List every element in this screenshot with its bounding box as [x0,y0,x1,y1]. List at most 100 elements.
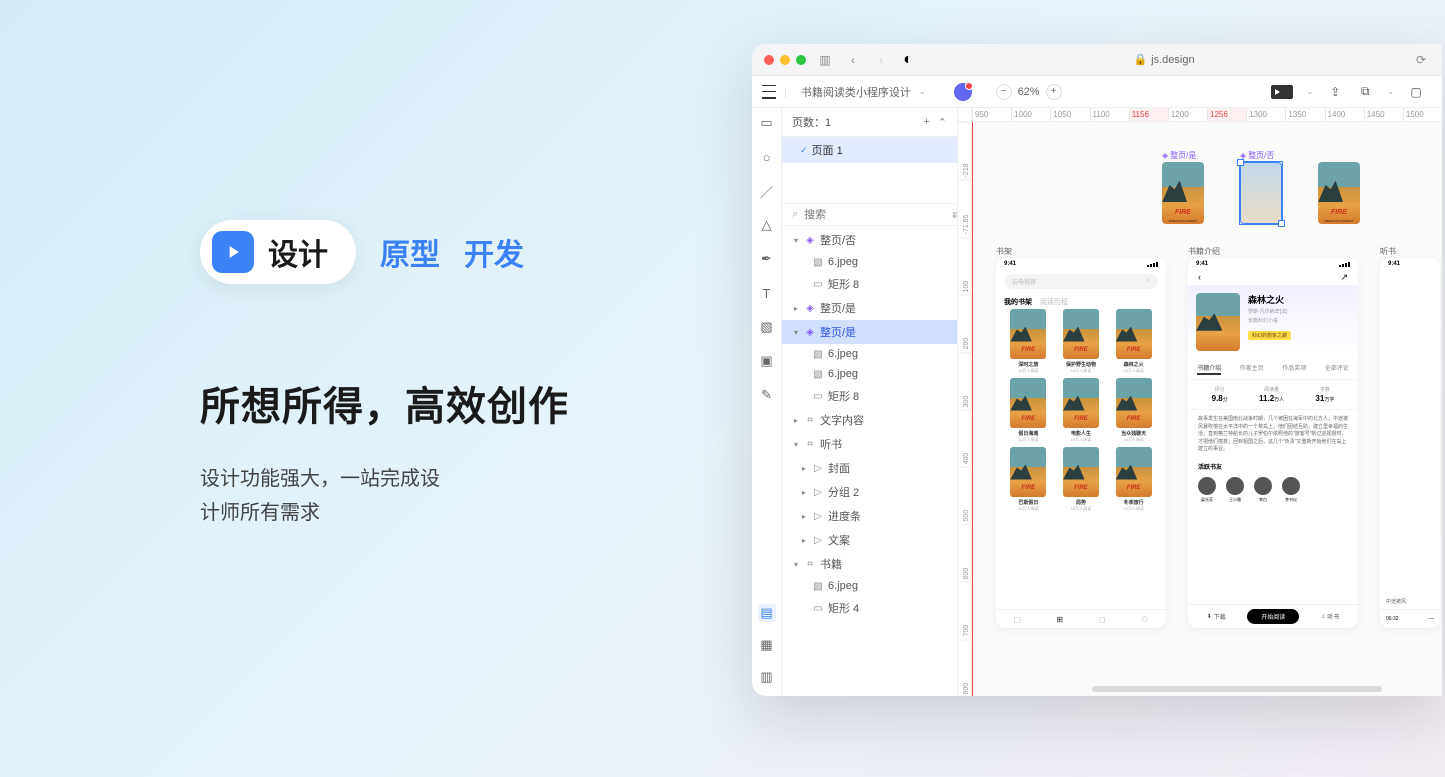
close-window-button[interactable] [764,55,774,65]
layer-row[interactable]: ◈整页/否 [782,228,957,252]
minimize-window-button[interactable] [780,55,790,65]
start-reading-button[interactable]: 开始阅读 [1247,609,1299,624]
polygon-tool[interactable]: △ [758,216,776,234]
layers-tab-icon[interactable]: ▤ [758,604,776,622]
zoom-in-button[interactable]: + [1046,84,1062,100]
book-item[interactable]: FIRE局势10万人阅读 [1057,447,1106,512]
maximize-window-button[interactable] [796,55,806,65]
phone-frame-bookshelf[interactable]: 9:41 云电视容⌕ 我的书架 阅读历程 FIRE深时之旅10万人阅读FIRE保… [996,258,1166,628]
page-item-1[interactable]: ✓ 页面 1 [782,137,957,163]
layer-caret-icon[interactable] [792,236,800,245]
book-item[interactable]: FIRE森林之火10万人阅读 [1109,309,1158,374]
layer-row[interactable]: ▷封面 [782,456,957,480]
duplicate-icon[interactable]: ⧉ [1357,84,1373,100]
layer-row[interactable]: ⌗文字内容 [782,408,957,432]
collapse-pages-button[interactable]: ⌃ [938,116,947,129]
layer-caret-icon[interactable] [800,536,808,545]
phone-tab-myshelf[interactable]: 我的书架 [1004,297,1032,307]
layer-row[interactable]: ▧6.jpeg [782,252,957,272]
tab-develop[interactable]: 开发 [464,230,524,274]
frame-label-listen[interactable]: 听书 [1380,246,1396,257]
guide-line[interactable] [972,122,973,696]
nav-profile-icon[interactable]: ⚇ [1140,614,1150,624]
book-item[interactable]: FIRE巴斯假日10万人阅读 [1004,447,1053,512]
phone2-tab[interactable]: 作家主页 [1240,363,1264,375]
layer-caret-icon[interactable] [792,328,800,337]
book-item[interactable]: FIRE保护野生动物10万人阅读 [1057,309,1106,374]
thumbnail-fire-1[interactable]: FIREWRECKS A FOREST [1162,162,1204,224]
files-tab-icon[interactable]: ▥ [758,668,776,686]
nav-home-icon[interactable]: ▢ [1012,614,1022,624]
panel-icon[interactable]: ▢ [1408,84,1424,100]
phone-search-bar[interactable]: 云电视容⌕ [1004,274,1158,289]
layer-caret-icon[interactable] [800,488,808,497]
zoom-out-button[interactable]: − [996,84,1012,100]
privacy-shield-icon[interactable]: ◐ [900,52,916,68]
phone-tab-recent[interactable]: 阅读历程 [1040,297,1068,307]
layer-row[interactable]: ▭矩形 4 [782,596,957,620]
frame-label-bookshelf[interactable]: 书架 [996,246,1012,257]
canvas[interactable]: 9501000105011001156120012561300135014001… [958,108,1442,696]
book-item[interactable]: FIRE电影人生10万人阅读 [1057,378,1106,443]
layer-caret-icon[interactable] [800,464,808,473]
layer-row[interactable]: ▷文案 [782,528,957,552]
book-item[interactable]: FIRE深时之旅10万人阅读 [1004,309,1053,374]
nav-back-icon[interactable]: ‹ [844,51,862,69]
layer-caret-icon[interactable] [800,512,808,521]
layer-row[interactable]: ▭矩形 8 [782,272,957,296]
layer-row[interactable]: ◈整页/是 [782,320,957,344]
download-button[interactable]: ⬇ 下载 [1207,612,1226,621]
layer-search-input[interactable] [804,209,946,221]
pen-tool[interactable]: ✒ [758,250,776,268]
layer-row[interactable]: ⌗听书 [782,432,957,456]
friend-item[interactable]: 李白 [1254,477,1272,503]
assets-tab-icon[interactable]: ▦ [758,636,776,654]
url-bar[interactable]: 🔒 js.design [966,53,1362,66]
text-tool[interactable]: T [758,284,776,302]
layer-caret-icon[interactable] [792,416,800,425]
phone2-tab[interactable]: 全部评论 [1325,363,1349,375]
friend-item[interactable]: 王小雅 [1226,477,1244,503]
listen-button[interactable]: ♫ 听书 [1321,612,1340,621]
user-avatar[interactable] [954,83,972,101]
layer-caret-icon[interactable] [792,304,800,313]
ruler-origin[interactable] [958,108,972,122]
component-label-yes[interactable]: ◈ 整页/是 [1162,150,1196,161]
nav-grid-icon[interactable]: ⊞ [1055,614,1065,624]
phone-frame-detail[interactable]: 9:41 ‹ ↗ 森林之火 罗斯·凡尔纳辛[法] 长篇科幻小说 科幻的想象 [1188,258,1358,628]
brush-tool[interactable]: ✎ [758,386,776,404]
phone2-cover[interactable] [1196,293,1240,351]
friend-item[interactable]: 李书仪 [1282,477,1300,503]
layer-row[interactable]: ▭矩形 8 [782,384,957,408]
book-item[interactable]: FIRE当众独聊天10万人阅读 [1109,378,1158,443]
menu-icon[interactable] [762,85,776,99]
phone-frame-listen[interactable]: 9:41 中途被风 06:32— [1380,258,1440,628]
sidebar-toggle-icon[interactable]: ▥ [816,51,834,69]
layer-row[interactable]: ▷分组 2 [782,480,957,504]
layer-row[interactable]: ▧6.jpeg [782,344,957,364]
nav-bookmark-icon[interactable]: ◻ [1097,614,1107,624]
book-item[interactable]: FIRE假日海滩10万人阅读 [1004,378,1053,443]
tab-prototype[interactable]: 原型 [380,230,440,274]
export-icon[interactable]: ⇪ [1327,84,1343,100]
layer-caret-icon[interactable] [792,560,800,569]
layer-caret-icon[interactable] [792,440,800,449]
doc-chevron-icon[interactable]: ⌄ [919,87,926,96]
layer-row[interactable]: ▧6.jpeg [782,364,957,384]
layer-row[interactable]: ◈整页/是 [782,296,957,320]
layer-row[interactable]: ⌗书籍 [782,552,957,576]
phone2-tab[interactable]: 作品奖项 [1282,363,1306,375]
frame-tool[interactable]: ▣ [758,352,776,370]
move-tool[interactable]: ▭ [758,114,776,132]
ellipse-tool[interactable]: ○ [758,148,776,166]
friend-item[interactable]: 梁光芳 [1198,477,1216,503]
zoom-value[interactable]: 62% [1018,86,1040,98]
share-icon[interactable]: ↗ [1340,272,1348,283]
add-page-button[interactable]: + [923,116,929,129]
reload-icon[interactable]: ⟳ [1412,51,1430,69]
line-tool[interactable]: ／ [758,182,776,200]
ruler-horizontal[interactable]: 9501000105011001156120012561300135014001… [972,108,1442,122]
canvas-scrollbar-horizontal[interactable] [1092,686,1382,692]
component-label-no[interactable]: ◈ 整页/否 [1240,150,1274,161]
book-item[interactable]: FIRE冬季旅行10万人阅读 [1109,447,1158,512]
